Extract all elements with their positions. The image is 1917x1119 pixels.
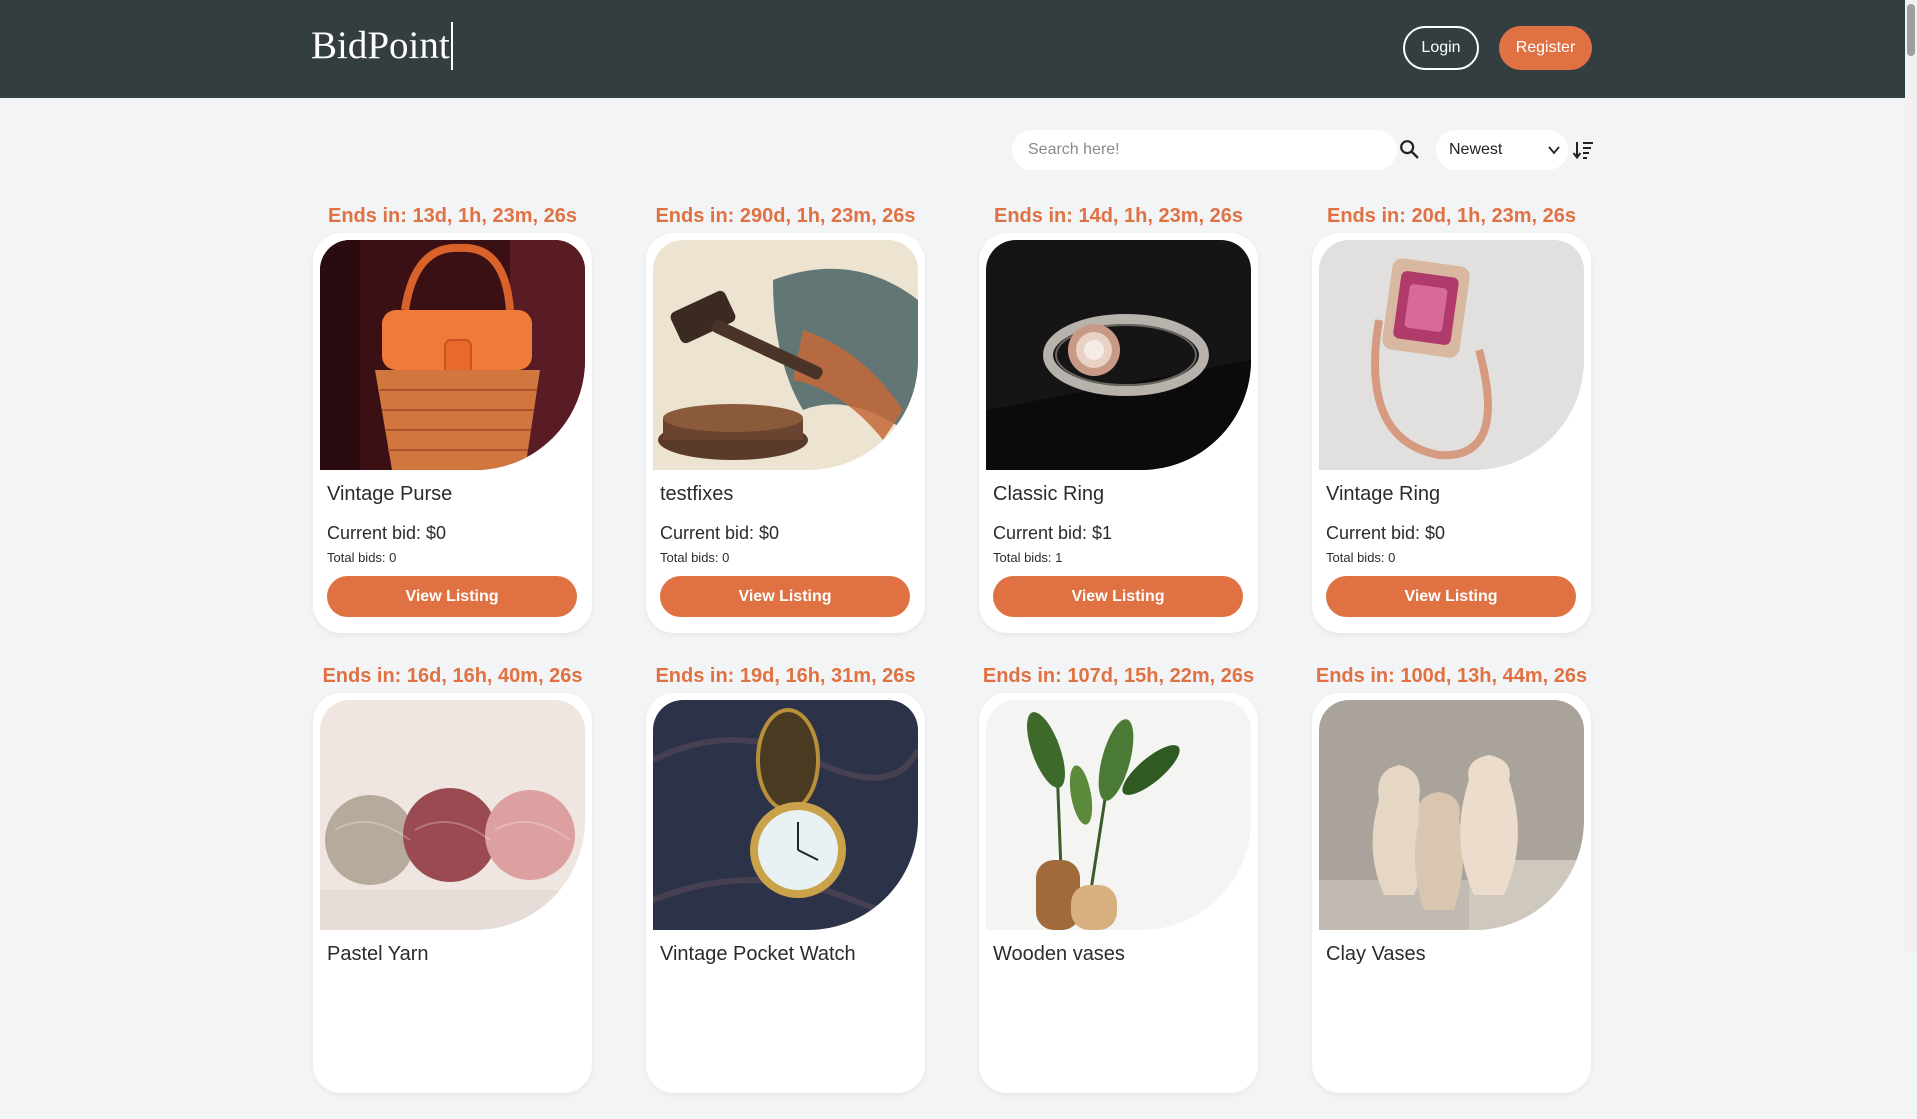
- listing-title: Clay Vases: [1326, 943, 1426, 965]
- listing-image[interactable]: [653, 240, 918, 470]
- sort-select[interactable]: Newest: [1436, 130, 1568, 170]
- listing-title: testfixes: [660, 483, 734, 505]
- listing-title: Pastel Yarn: [327, 943, 429, 965]
- countdown-timer: Ends in: 19d, 16h, 31m, 26s: [655, 665, 916, 687]
- view-listing-button[interactable]: View Listing: [1326, 576, 1576, 617]
- listing-card: Ends in: 16d, 16h, 40m, 26s Pastel Yarn: [313, 659, 592, 1119]
- listing-title: Vintage Ring: [1326, 483, 1441, 505]
- total-bids: Total bids: 0: [327, 550, 397, 565]
- search-icon[interactable]: [1398, 138, 1420, 160]
- countdown-timer: Ends in: 16d, 16h, 40m, 26s: [322, 665, 583, 687]
- current-bid: Current bid: $0: [660, 523, 780, 543]
- current-bid: Current bid: $0: [327, 523, 447, 543]
- view-listing-button[interactable]: View Listing: [327, 576, 577, 617]
- sort-select-value: Newest: [1449, 141, 1503, 158]
- listing-title: Classic Ring: [993, 483, 1105, 505]
- listing-image[interactable]: [1319, 700, 1584, 930]
- scrollbar-thumb[interactable]: [1907, 4, 1915, 56]
- listing-image[interactable]: [986, 700, 1251, 930]
- listing-card-body[interactable]: Pastel Yarn: [313, 693, 592, 1093]
- listing-card-body[interactable]: Vintage Purse Current bid: $0 Total bids…: [313, 233, 592, 633]
- sort-descending-icon[interactable]: [1572, 139, 1594, 161]
- listing-card-body[interactable]: Vintage Ring Current bid: $0 Total bids:…: [1312, 233, 1591, 633]
- listing-image[interactable]: [653, 700, 918, 930]
- listings-grid: Ends in: 13d, 1h, 23m, 26s Vintage Purse…: [313, 199, 1593, 1119]
- site-logo[interactable]: BidPoint: [311, 22, 453, 70]
- countdown-timer: Ends in: 13d, 1h, 23m, 26s: [328, 205, 577, 227]
- total-bids: Total bids: 1: [993, 550, 1063, 565]
- listing-image[interactable]: [1319, 240, 1584, 470]
- listing-card: Ends in: 14d, 1h, 23m, 26s Classic Ring …: [979, 199, 1258, 659]
- countdown-timer: Ends in: 20d, 1h, 23m, 26s: [1327, 205, 1576, 227]
- register-button[interactable]: Register: [1499, 26, 1592, 70]
- page-scrollbar[interactable]: [1905, 0, 1917, 953]
- listing-card: Ends in: 107d, 15h, 22m, 26s Wooden vase…: [979, 659, 1258, 1119]
- current-bid: Current bid: $0: [1326, 523, 1446, 543]
- login-button[interactable]: Login: [1403, 26, 1479, 70]
- search-input[interactable]: Search here!: [1012, 130, 1397, 170]
- chevron-down-icon: [1548, 146, 1560, 155]
- listing-card: Ends in: 13d, 1h, 23m, 26s Vintage Purse…: [313, 199, 592, 659]
- listing-card: Ends in: 20d, 1h, 23m, 26s Vintage Ring …: [1312, 199, 1591, 659]
- listing-card-body[interactable]: Classic Ring Current bid: $1 Total bids:…: [979, 233, 1258, 633]
- total-bids: Total bids: 0: [660, 550, 730, 565]
- countdown-timer: Ends in: 290d, 1h, 23m, 26s: [655, 205, 916, 227]
- listing-card-body[interactable]: Wooden vases: [979, 693, 1258, 1093]
- listing-image[interactable]: [320, 700, 585, 930]
- listing-title: Vintage Pocket Watch: [660, 943, 856, 965]
- listing-card-body[interactable]: Clay Vases: [1312, 693, 1591, 1093]
- listing-card: Ends in: 100d, 13h, 44m, 26s Clay Vases: [1312, 659, 1591, 1119]
- countdown-timer: Ends in: 107d, 15h, 22m, 26s: [982, 665, 1255, 687]
- listing-card: Ends in: 290d, 1h, 23m, 26s testfixes Cu…: [646, 199, 925, 659]
- listing-image[interactable]: [320, 240, 585, 470]
- listing-title: Wooden vases: [993, 943, 1125, 965]
- countdown-timer: Ends in: 14d, 1h, 23m, 26s: [994, 205, 1243, 227]
- listing-card: Ends in: 19d, 16h, 31m, 26s Vintage Pock…: [646, 659, 925, 1119]
- current-bid: Current bid: $1: [993, 523, 1113, 543]
- countdown-timer: Ends in: 100d, 13h, 44m, 26s: [1315, 665, 1588, 687]
- listing-card-body[interactable]: testfixes Current bid: $0 Total bids: 0 …: [646, 233, 925, 633]
- listing-card-body[interactable]: Vintage Pocket Watch: [646, 693, 925, 1093]
- view-listing-button[interactable]: View Listing: [993, 576, 1243, 617]
- total-bids: Total bids: 0: [1326, 550, 1396, 565]
- listing-title: Vintage Purse: [327, 483, 453, 505]
- view-listing-button[interactable]: View Listing: [660, 576, 910, 617]
- listing-image[interactable]: [986, 240, 1251, 470]
- top-navbar: BidPoint Login Register: [0, 0, 1905, 98]
